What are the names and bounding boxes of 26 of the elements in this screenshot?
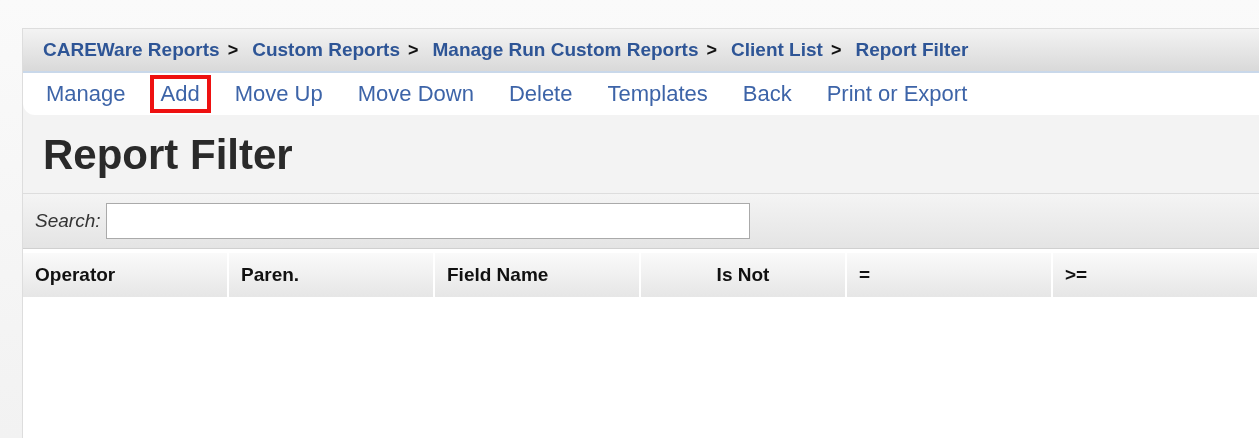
menu-link[interactable]: Move Up bbox=[223, 75, 334, 113]
highlighted-menu-link[interactable]: Add bbox=[149, 75, 211, 113]
menu-link[interactable]: Print or Export bbox=[815, 75, 979, 113]
breadcrumb-separator: > bbox=[706, 39, 718, 61]
search-label: Search: bbox=[35, 210, 101, 232]
breadcrumb-link[interactable]: Client List bbox=[731, 39, 823, 61]
breadcrumb-link[interactable]: Manage Run Custom Reports bbox=[432, 39, 699, 61]
breadcrumb-separator: > bbox=[227, 39, 239, 61]
breadcrumb-separator: > bbox=[830, 39, 842, 61]
column-header[interactable]: = bbox=[847, 253, 1053, 297]
page-title: Report Filter bbox=[43, 131, 294, 179]
breadcrumb-link[interactable]: Report Filter bbox=[855, 39, 969, 61]
column-header[interactable]: Is Not bbox=[641, 253, 847, 297]
breadcrumb-separator: > bbox=[408, 39, 419, 61]
column-header[interactable]: >= bbox=[1053, 253, 1259, 297]
search-field[interactable] bbox=[106, 203, 751, 239]
column-header[interactable]: Field Name bbox=[435, 253, 641, 297]
breadcrumb-link[interactable]: CAREWare Reports bbox=[43, 39, 220, 61]
menu-link[interactable]: Manage bbox=[35, 75, 137, 113]
menu-link[interactable]: Move Down bbox=[346, 75, 485, 113]
menu-link[interactable]: Templates bbox=[596, 75, 719, 113]
breadcrumb-link[interactable]: Custom Reports bbox=[252, 39, 400, 61]
menu-link[interactable]: Back bbox=[731, 75, 803, 113]
column-header[interactable]: Paren. bbox=[229, 253, 435, 297]
menu-link[interactable]: Delete bbox=[497, 75, 584, 113]
column-header[interactable]: Operator bbox=[23, 253, 229, 297]
